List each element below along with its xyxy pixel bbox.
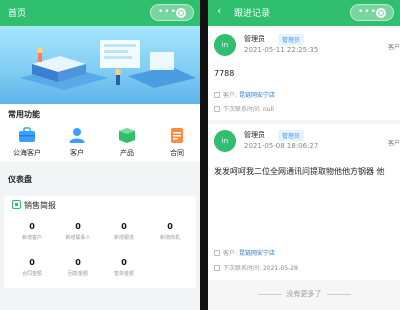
mini-program-capsule[interactable]: ••• [150,4,194,21]
record-date: 2021-05-11 22:25:35 [244,46,319,54]
box-icon [119,128,135,143]
home-screen: 首页 ••• 常用功能 公海客户 客户 产品 合同 仪表盘 销售简报 0 新增客… [0,0,200,310]
more-icon[interactable]: ••• [158,7,177,17]
page-title: 跟进记录 [234,9,271,19]
function-public-pool[interactable]: 公海客户 [4,124,50,160]
customer-link[interactable]: 昆链网安宁店 [239,250,275,257]
stat-value: 0 [29,222,35,231]
function-label: 客户 [70,149,84,157]
avatar: in [214,34,236,56]
avatar: in [214,130,236,152]
followup-record[interactable]: in 管理员 管理员 2021-05-08 18:06:27 客户 发发呵呵我二… [208,124,400,280]
page-title: 首页 [8,9,27,19]
user-name: 管理员 [244,35,265,43]
dashboard-title: 仪表盘 [8,175,32,184]
customer-link[interactable]: 昆链网安宁店 [239,92,275,99]
function-contract[interactable]: 合同 [154,124,200,160]
stat-label: 新增商机 [159,235,180,241]
role-badge: 管理员 [278,34,305,45]
stat-new-contacts[interactable]: 0 新增联系人 [56,222,100,241]
briefcase-icon [19,127,35,142]
record-customer[interactable]: 客户: 昆链网安宁店 [214,90,275,99]
stat-new-customers[interactable]: 0 新增客户 [10,222,54,241]
followup-screen: ‹ 跟进记录 ••• in 管理员 管理员 2021-05-11 22:25:3… [208,0,400,310]
user-name: 管理员 [244,131,265,139]
function-label: 合同 [170,149,184,157]
screen-divider [200,0,208,310]
function-customer[interactable]: 客户 [54,124,100,160]
stat-label: 回款金额 [67,271,88,277]
stat-value: 0 [75,258,81,267]
stat-label: 合同金额 [21,271,42,277]
back-arrow-icon[interactable]: ‹ [217,4,221,17]
card-title: 销售简报 [24,201,56,210]
clock-icon [214,265,220,271]
stat-new-followups[interactable]: 0 新增跟进 [102,222,146,241]
close-circle-icon[interactable] [176,8,186,18]
no-more-label: 没有更多了 [208,289,400,299]
stat-value: 0 [75,222,81,231]
function-label: 公海客户 [13,149,41,157]
more-icon[interactable]: ••• [358,7,377,17]
stat-label: 新增联系人 [65,235,91,241]
clock-icon [214,106,220,112]
section-title: 常用功能 [8,110,40,119]
stat-new-opportunities[interactable]: 0 新增商机 [148,222,192,241]
followup-header: ‹ 跟进记录 ••• [208,0,400,26]
customer-icon [214,92,220,98]
customer-icon [214,250,220,256]
mini-program-capsule[interactable]: ••• [350,4,394,21]
function-product[interactable]: 产品 [104,124,150,160]
stat-value: 0 [167,222,173,231]
record-content: 发发呵呵我二位全网通讯问提取物他他方钢器 他 [214,167,385,176]
customer-tag: 客户 [387,140,400,147]
sales-brief-card: 销售简报 0 新增客户 0 新增联系人 0 新增跟进 0 新增商机 0 合同金额 [4,196,196,288]
stat-value: 0 [29,258,35,267]
customer-tag: 客户 [387,44,400,51]
close-circle-icon[interactable] [376,8,386,18]
home-header: 首页 ••• [0,0,200,26]
record-customer[interactable]: 客户: 昆链网安宁店 [214,248,275,257]
banner-illustration [20,40,196,90]
followup-record[interactable]: in 管理员 管理员 2021-05-11 22:25:35 客户 7788 客… [208,28,400,120]
record-content: 7788 [214,69,235,78]
stat-signed-amount[interactable]: 0 签单金额 [102,258,146,277]
screenshot: 首页 ••• 常用功能 公海客户 客户 产品 合同 仪表盘 销售简报 0 新增客… [0,0,400,310]
role-badge: 管理员 [278,130,305,141]
stat-contract-amount[interactable]: 0 合同金额 [10,258,54,277]
stat-label: 新增跟进 [113,235,134,241]
stat-label: 新增客户 [21,235,42,241]
record-next-contact: 下次联系时间: 2021-05-28 [214,263,298,272]
stat-value: 0 [121,222,127,231]
banner-carousel[interactable] [0,26,200,135]
contract-icon [171,128,183,143]
stat-value: 0 [121,258,127,267]
user-icon [69,128,85,143]
stat-label: 签单金额 [113,271,134,277]
chart-icon [12,200,21,209]
stat-payment-amount[interactable]: 0 回款金额 [56,258,100,277]
record-date: 2021-05-08 18:06:27 [244,142,319,150]
function-label: 产品 [120,149,134,157]
record-next-contact: 下次联系时间: null [214,104,274,113]
